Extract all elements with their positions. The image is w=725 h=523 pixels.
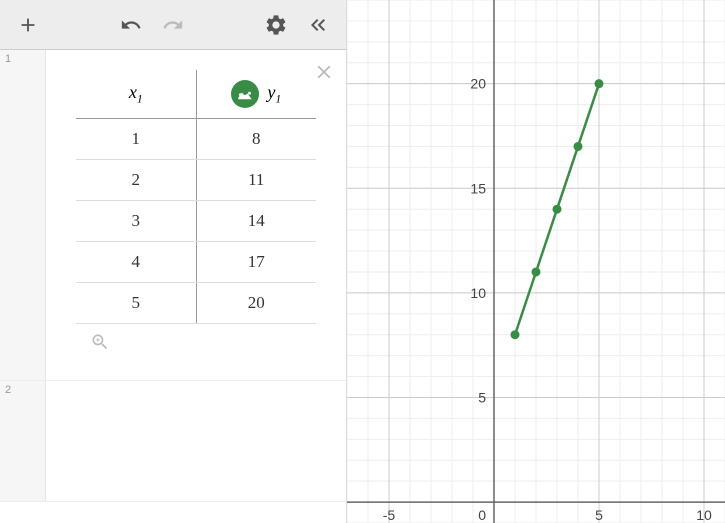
- row-index: 1: [0, 50, 46, 380]
- settings-button[interactable]: [258, 7, 294, 43]
- table-row[interactable]: 314: [76, 201, 316, 242]
- redo-button[interactable]: [155, 7, 191, 43]
- svg-text:10: 10: [696, 507, 712, 523]
- svg-text:10: 10: [470, 285, 486, 301]
- table-row[interactable]: 417: [76, 242, 316, 283]
- table-row[interactable]: 211: [76, 160, 316, 201]
- plot-toggle-icon[interactable]: [231, 80, 259, 108]
- undo-icon: [117, 14, 145, 36]
- svg-text:20: 20: [470, 76, 486, 92]
- svg-text:5: 5: [595, 507, 603, 523]
- expression-row[interactable]: 2: [0, 381, 346, 502]
- close-icon: [313, 61, 335, 83]
- expression-row[interactable]: 1 x1 y1: [0, 50, 346, 381]
- svg-text:5: 5: [478, 389, 486, 405]
- gear-icon: [264, 13, 288, 37]
- undo-button[interactable]: [113, 7, 149, 43]
- svg-text:-5: -5: [383, 507, 396, 523]
- y-column-header[interactable]: y1: [196, 70, 316, 119]
- row-index: 2: [0, 381, 46, 501]
- expression-list: 1 x1 y1: [0, 50, 346, 523]
- plus-icon: [17, 14, 39, 36]
- data-table[interactable]: x1 y1 18 211 314 417 52: [76, 70, 316, 324]
- table-row[interactable]: 18: [76, 119, 316, 160]
- zoom-fit-icon: [90, 332, 110, 352]
- graph-svg[interactable]: -5 0 5 10 5 10 15 20: [347, 0, 725, 523]
- toolbar: [0, 0, 346, 50]
- chevron-double-left-icon: [306, 13, 330, 37]
- add-button[interactable]: [10, 7, 46, 43]
- svg-text:15: 15: [470, 180, 486, 196]
- svg-text:0: 0: [478, 507, 486, 523]
- redo-icon: [159, 14, 187, 36]
- table-row[interactable]: 520: [76, 283, 316, 324]
- zoom-fit-button[interactable]: [76, 324, 316, 360]
- collapse-panel-button[interactable]: [300, 7, 336, 43]
- expressions-panel: 1 x1 y1: [0, 0, 347, 523]
- x-column-header[interactable]: x1: [76, 70, 196, 119]
- graph-canvas[interactable]: -5 0 5 10 5 10 15 20: [347, 0, 725, 523]
